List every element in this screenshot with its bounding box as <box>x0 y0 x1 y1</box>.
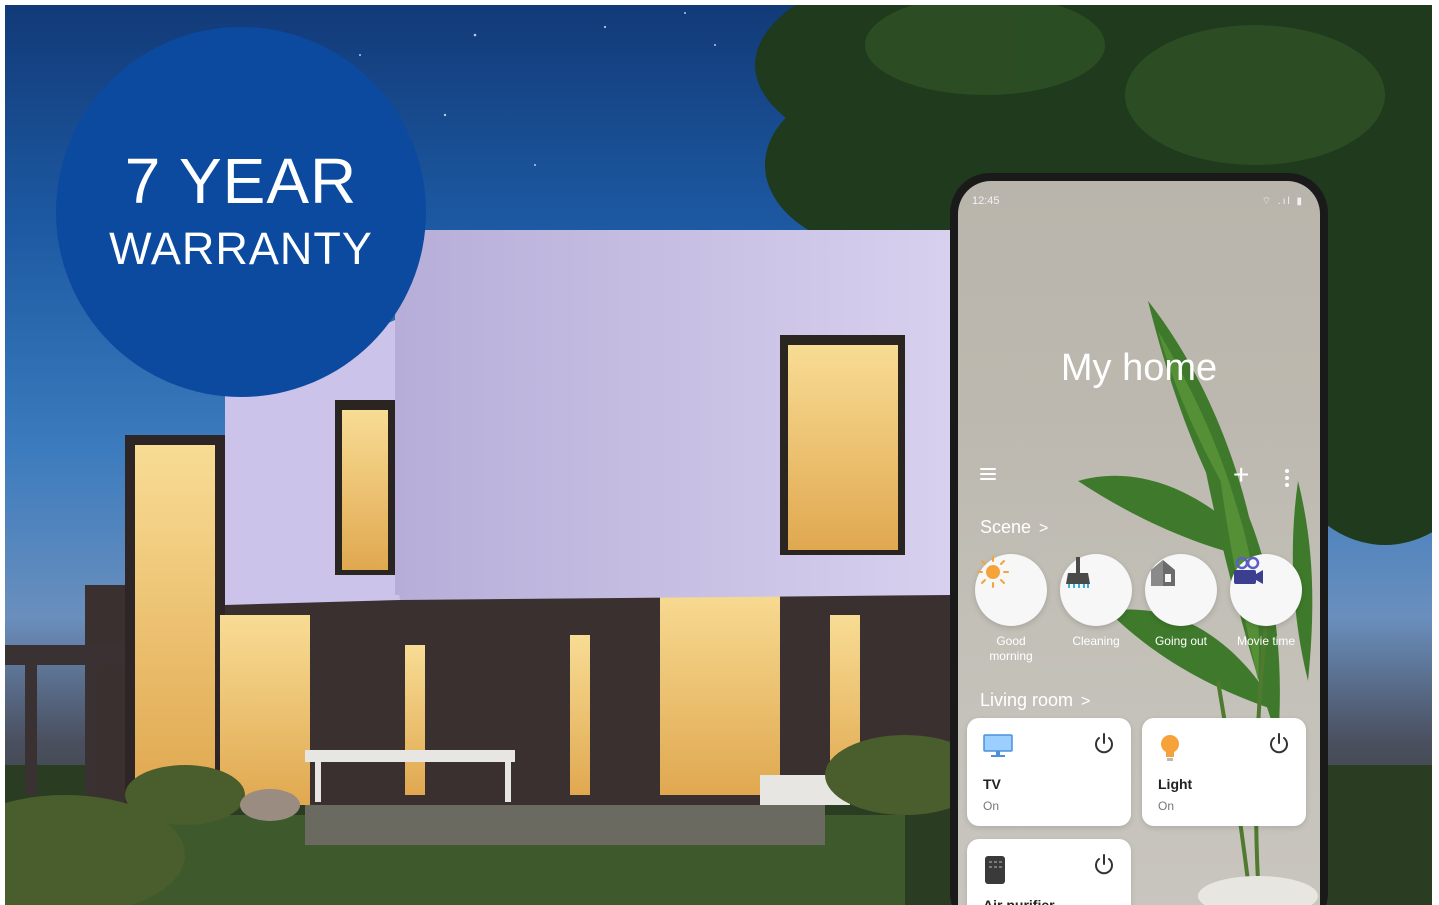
device-card-tv[interactable]: TV On <box>967 718 1131 826</box>
scene-label: Going out <box>1154 634 1208 648</box>
device-name: Light <box>1158 776 1193 792</box>
warranty-label: WARRANTY <box>109 223 373 274</box>
power-toggle-icon[interactable] <box>1091 730 1117 756</box>
warranty-badge: 7 YEAR WARRANTY <box>56 27 426 397</box>
scene-button-cleaning[interactable]: Cleaning <box>1059 554 1133 649</box>
device-state: On <box>1158 799 1175 813</box>
add-icon[interactable]: + <box>1233 461 1249 489</box>
scene-button-going-out[interactable]: Going out <box>1144 554 1218 649</box>
device-name: Air purifier <box>983 897 1055 905</box>
menu-icon[interactable] <box>980 468 996 482</box>
scene-label: Movie time <box>1236 634 1295 648</box>
chevron-right-icon: > <box>1081 693 1091 710</box>
chevron-right-icon: > <box>1039 520 1049 537</box>
power-toggle-icon[interactable] <box>1266 730 1292 756</box>
scene-button-good-morning[interactable]: Good morning <box>974 554 1048 664</box>
scene-section-header[interactable]: Scene > <box>980 517 1048 538</box>
status-time: 12:45 <box>972 195 1000 207</box>
device-card-air-purifier[interactable]: Air purifier <box>967 839 1131 905</box>
broom-icon <box>1060 554 1132 626</box>
warranty-years: 7 YEAR <box>124 145 358 217</box>
scene-section-title: Scene <box>980 517 1032 537</box>
scene-label: Good morning <box>989 634 1033 663</box>
living-room-title: Living room <box>980 690 1074 710</box>
device-state: On <box>983 799 1000 813</box>
device-name: TV <box>983 776 1001 792</box>
scene-label: Cleaning <box>1072 634 1120 648</box>
more-options-icon[interactable] <box>1285 469 1289 490</box>
house-photo: 7 YEAR WARRANTY 12:45 ⌔ .ıl ▮ My home + … <box>5 5 1432 905</box>
device-card-light[interactable]: Light On <box>1142 718 1306 826</box>
video-camera-icon <box>1230 554 1302 626</box>
app-title: My home <box>1060 347 1218 389</box>
status-icons: ⌔ .ıl ▮ <box>1261 196 1304 207</box>
scene-button-movie-time[interactable]: Movie time <box>1229 554 1303 649</box>
power-toggle-icon[interactable] <box>1091 851 1117 877</box>
phone-mockup: 12:45 ⌔ .ıl ▮ My home + Scene > Good mor… <box>950 173 1328 905</box>
sun-icon <box>975 554 1047 626</box>
house-icon <box>1145 554 1217 626</box>
living-room-section-header[interactable]: Living room > <box>980 690 1090 711</box>
phone-screen: 12:45 ⌔ .ıl ▮ My home + Scene > Good mor… <box>958 181 1320 905</box>
